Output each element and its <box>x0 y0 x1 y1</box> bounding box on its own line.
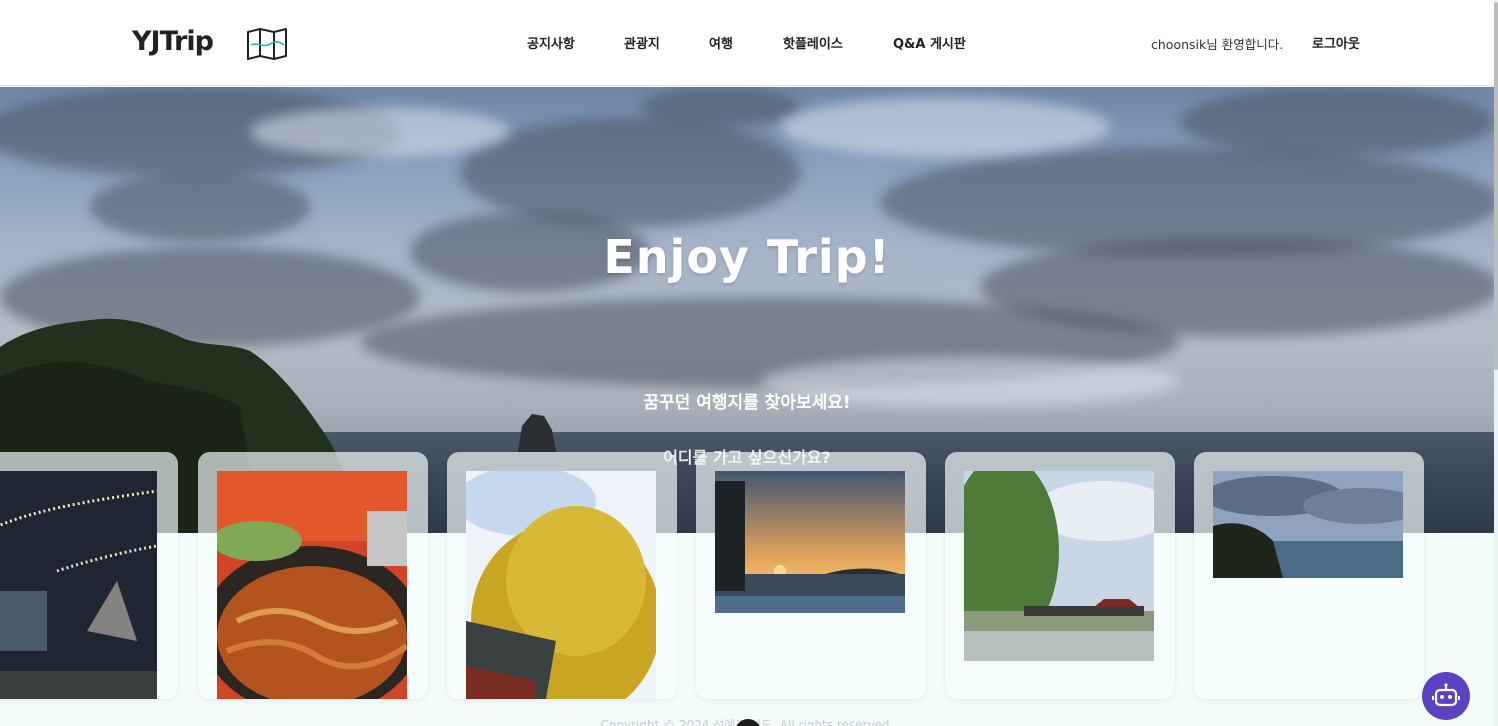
card-photo <box>1213 471 1403 578</box>
photo-card[interactable] <box>0 452 178 699</box>
map-icon[interactable] <box>246 28 288 60</box>
nav-notice[interactable]: 공지사항 <box>527 33 575 52</box>
logout-button[interactable]: 로그아웃 <box>1312 33 1360 52</box>
photo-card[interactable] <box>198 452 428 699</box>
nav-qna[interactable]: Q&A 게시판 <box>893 33 966 52</box>
card-photo <box>0 471 157 699</box>
nav-trip[interactable]: 여행 <box>709 33 733 52</box>
card-photo <box>964 471 1154 661</box>
logo[interactable]: YJTrip <box>132 26 214 57</box>
hero-title: Enjoy Trip! <box>603 230 891 284</box>
card-photo <box>715 471 905 613</box>
robot-icon <box>1432 683 1460 707</box>
hero-subtitle: 꿈꾸던 여행지를 찾아보세요! <box>643 393 851 413</box>
nav-attractions[interactable]: 관광지 <box>624 33 660 52</box>
nav-hotplace[interactable]: 핫플레이스 <box>783 33 843 52</box>
user-greeting: choonsik님 환영합니다. <box>1151 37 1284 52</box>
photo-carousel <box>0 452 1494 700</box>
card-photo <box>466 471 656 699</box>
card-photo <box>217 471 407 699</box>
photo-card[interactable] <box>1194 452 1424 699</box>
header: YJTrip 공지사항 관광지 여행 핫플레이스 Q&A 게시판 choonsi… <box>0 0 1494 86</box>
scrollbar-thumb[interactable] <box>1494 2 1498 370</box>
chatbot-button[interactable] <box>1422 672 1470 720</box>
photo-card[interactable] <box>696 452 926 699</box>
page: YJTrip 공지사항 관광지 여행 핫플레이스 Q&A 게시판 choonsi… <box>0 0 1498 726</box>
photo-card[interactable] <box>945 452 1175 699</box>
photo-card[interactable] <box>447 452 677 699</box>
